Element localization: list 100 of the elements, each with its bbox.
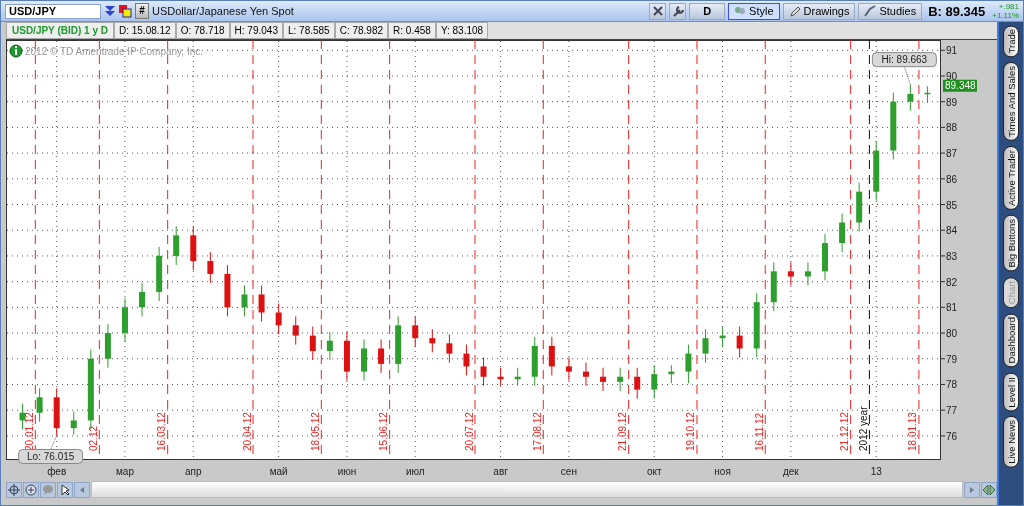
- candle: [326, 331, 333, 361]
- pointer-icon[interactable]: [57, 481, 73, 498]
- axis-label: 86: [946, 173, 958, 185]
- sidebar-tab[interactable]: Big Buttons: [1003, 215, 1019, 272]
- sidebar-tab[interactable]: Level II: [1003, 372, 1019, 412]
- candle: [309, 326, 316, 361]
- axis-label: 79: [946, 353, 958, 365]
- axis-label: 85: [946, 199, 958, 211]
- copyright-text: 2012 © TD Ameritrade IP Company, Inc.: [25, 46, 203, 57]
- candle: [822, 233, 828, 281]
- symbol-description: USDollar/Japanese Yen Spot: [152, 5, 294, 17]
- candle: [600, 367, 607, 392]
- price-change: +.981: [998, 2, 1019, 11]
- price-callout: Hi: 89.663: [871, 52, 937, 68]
- candle: [241, 285, 248, 317]
- axis-label: июл: [405, 466, 425, 477]
- axis-label: 87: [946, 148, 958, 160]
- candle: [531, 336, 538, 387]
- date-label: 19.10.12: [685, 412, 697, 451]
- candle: [463, 344, 470, 376]
- date-label: 16.03.12: [156, 412, 168, 451]
- color-squares-icon[interactable]: [119, 4, 132, 18]
- axis-label: окт: [646, 466, 662, 477]
- date-label: 18.01.13: [907, 412, 919, 451]
- ohlc-field: R: 0.458: [388, 22, 436, 39]
- candle: [446, 333, 453, 364]
- candle: [190, 225, 197, 271]
- date-label: 20.07.12: [463, 412, 475, 451]
- axis-label: 76: [946, 430, 958, 442]
- sidebar-tab[interactable]: Dashboard: [1003, 313, 1019, 368]
- chart-title: USD/JPY (BID) 1 y D: [6, 22, 114, 39]
- candle: [258, 285, 265, 322]
- axis-label: ноя: [714, 466, 731, 477]
- sidebar-tab[interactable]: Active Trader: [1003, 146, 1019, 211]
- percent-change: +1.11%: [992, 11, 1019, 20]
- candle: [104, 323, 111, 369]
- axis-label: 90: [946, 71, 958, 82]
- toolbar-button[interactable]: Drawings: [782, 2, 856, 20]
- grid-button[interactable]: #: [135, 3, 149, 19]
- axis-label: 77: [946, 405, 958, 417]
- candle: [224, 264, 231, 317]
- candle: [53, 387, 60, 436]
- candle: [173, 225, 180, 266]
- axis-label: май: [269, 466, 288, 477]
- candle: [617, 367, 624, 392]
- candle: [548, 336, 555, 376]
- axis-label: авг: [493, 466, 508, 477]
- axis-label: 81: [946, 302, 958, 314]
- ohlc-field: Y: 83.108: [435, 22, 489, 39]
- ohlc-field: C: 78.982: [334, 22, 389, 39]
- crosshair-icon[interactable]: [6, 481, 22, 498]
- candle: [634, 367, 641, 400]
- axis-label: 13: [870, 466, 882, 477]
- sidebar-tab[interactable]: Times And Sales: [1003, 62, 1019, 142]
- candle: [702, 328, 709, 364]
- pencil-icon: [788, 5, 801, 17]
- date-label: 21.12.12: [839, 412, 851, 451]
- toolbar-button[interactable]: D: [689, 2, 726, 20]
- date-label: 20.04.12: [241, 412, 253, 451]
- bid-price: B: 89.345: [928, 3, 986, 19]
- candle: [70, 410, 77, 436]
- zoom-in-icon[interactable]: [23, 481, 39, 498]
- sidebar-tab[interactable]: Live News: [1003, 416, 1019, 469]
- candle: [514, 367, 521, 387]
- symbol-field[interactable]: USD/JPY: [5, 3, 101, 19]
- date-label: 15.06.12: [378, 412, 390, 451]
- sidebar-tab[interactable]: Trade: [1003, 25, 1019, 58]
- axis-label: 88: [946, 122, 958, 134]
- axis-label: апр: [185, 466, 202, 477]
- candle: [361, 338, 367, 382]
- date-label: 2012 year: [857, 406, 869, 451]
- candle: [497, 367, 504, 387]
- candle: [378, 338, 385, 374]
- candle: [651, 364, 658, 400]
- axis-label: фев: [47, 466, 67, 477]
- last-price-badge: 89.348: [943, 79, 977, 92]
- wrench-icon[interactable]: [669, 2, 687, 20]
- candle: [770, 261, 777, 312]
- candle: [736, 326, 743, 358]
- candle: [565, 356, 572, 382]
- ohlc-field: D: 15.08.12: [113, 22, 176, 39]
- candle: [429, 328, 436, 353]
- axis-label: 83: [946, 250, 958, 262]
- double-arrow-icon[interactable]: [981, 481, 997, 498]
- scroll-right-icon[interactable]: [964, 481, 980, 498]
- dropdown-icon[interactable]: [104, 5, 116, 17]
- toolbar-button[interactable]: Style: [728, 2, 780, 20]
- axis-label: 82: [946, 276, 958, 288]
- candle: [787, 261, 794, 286]
- candle: [292, 315, 299, 346]
- candle: [480, 356, 487, 387]
- date-label: 02.12: [87, 425, 99, 451]
- candle: [873, 141, 880, 202]
- info-icon[interactable]: [9, 44, 23, 58]
- ohlc-field: H: 79.043: [229, 22, 283, 39]
- toolbar-button[interactable]: Studies: [858, 2, 923, 20]
- price-callout: Lo: 76.015: [18, 449, 84, 464]
- candle: [890, 92, 897, 161]
- candle: [685, 344, 692, 384]
- candle: [343, 331, 350, 382]
